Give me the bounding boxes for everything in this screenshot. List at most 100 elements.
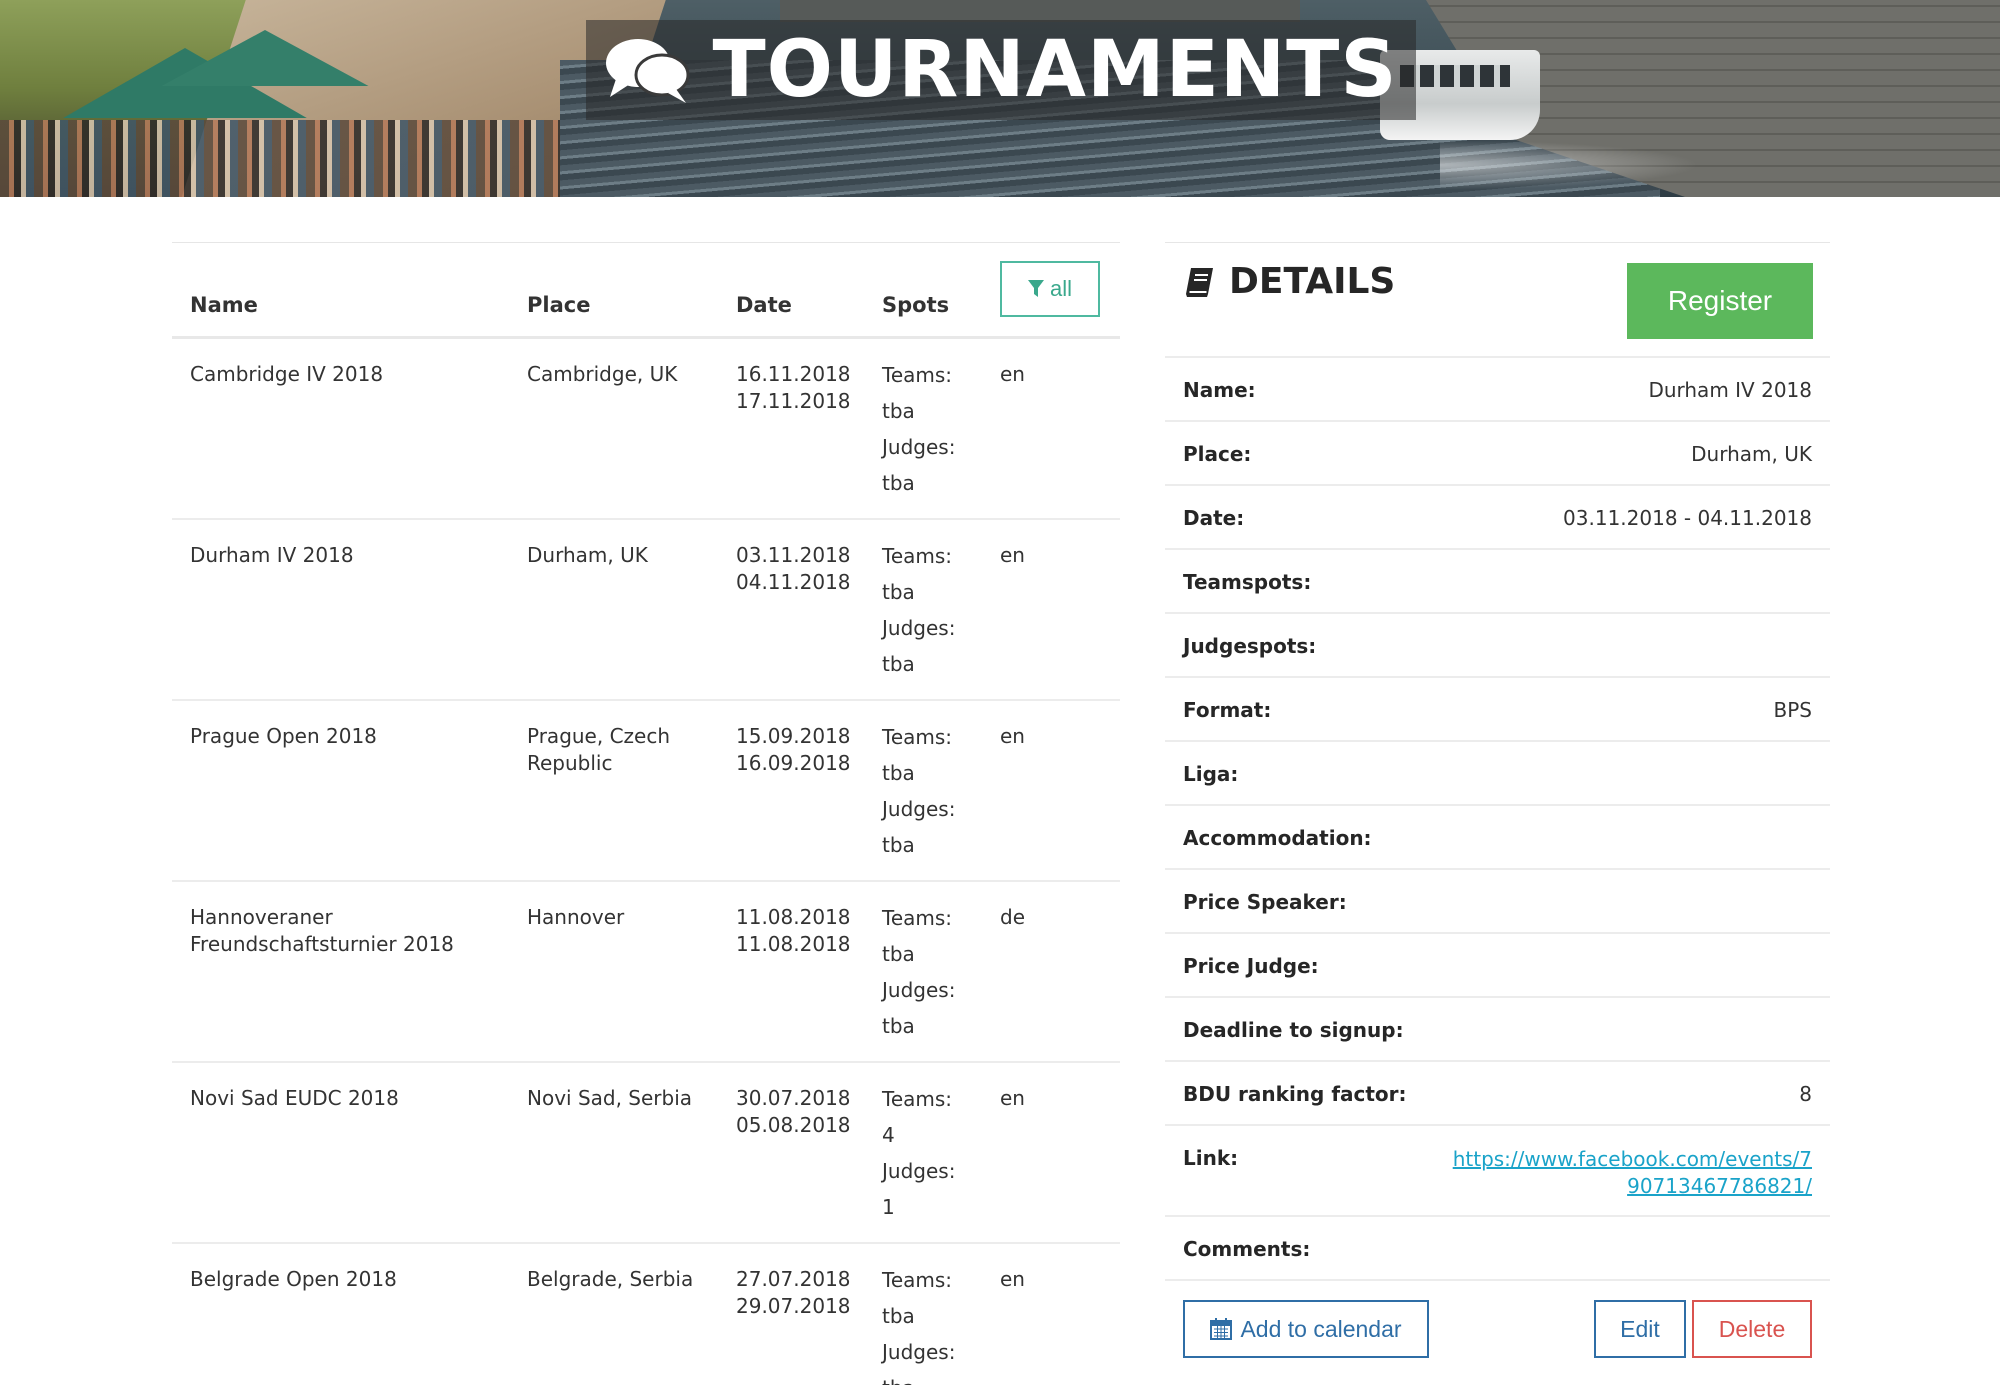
tournament-language: de bbox=[1000, 905, 1025, 929]
details-header: DETAILS Register bbox=[1165, 243, 1830, 358]
detail-row-price-speaker: Price Speaker: bbox=[1165, 870, 1830, 934]
filter-button[interactable]: all bbox=[1000, 261, 1100, 317]
column-header-place[interactable]: Place bbox=[527, 293, 590, 317]
column-header-date[interactable]: Date bbox=[736, 293, 792, 317]
detail-row-name: Name: Durham IV 2018 bbox=[1165, 358, 1830, 422]
detail-row-liga: Liga: bbox=[1165, 742, 1830, 806]
judges-value: tba bbox=[882, 652, 915, 676]
tournament-date: 15.09.2018 16.09.2018 bbox=[736, 723, 856, 777]
tournament-place: Durham, UK bbox=[527, 543, 648, 567]
judges-value: tba bbox=[882, 1014, 915, 1038]
tournament-language: en bbox=[1000, 1086, 1025, 1110]
date-start: 30.07.2018 bbox=[736, 1086, 851, 1110]
date-start: 27.07.2018 bbox=[736, 1267, 851, 1291]
hero-photo-wake bbox=[1440, 140, 1700, 190]
judges-label: Judges: bbox=[882, 978, 956, 1002]
tournament-place: Cambridge, UK bbox=[527, 362, 678, 386]
table-row[interactable]: Belgrade Open 2018 Belgrade, Serbia 27.0… bbox=[172, 1244, 1120, 1385]
date-end: 11.08.2018 bbox=[736, 932, 851, 956]
detail-value: 8 bbox=[1799, 1082, 1812, 1106]
detail-value: Durham, UK bbox=[1691, 442, 1812, 466]
teams-value: 4 bbox=[882, 1123, 895, 1147]
tournament-name: Durham IV 2018 bbox=[190, 543, 354, 567]
judges-label: Judges: bbox=[882, 435, 956, 459]
detail-row-deadline: Deadline to signup: bbox=[1165, 998, 1830, 1062]
judges-label: Judges: bbox=[882, 797, 956, 821]
teams-label: Teams: bbox=[882, 544, 953, 568]
tournament-language: en bbox=[1000, 543, 1025, 567]
table-row[interactable]: Durham IV 2018 Durham, UK 03.11.2018 04.… bbox=[172, 520, 1120, 701]
column-header-name[interactable]: Name bbox=[190, 293, 258, 317]
detail-row-format: Format: BPS bbox=[1165, 678, 1830, 742]
date-start: 15.09.2018 bbox=[736, 724, 851, 748]
tournament-spots: Teams: tba Judges: tba bbox=[882, 900, 982, 1044]
register-button[interactable]: Register bbox=[1627, 263, 1813, 339]
tournament-date: 03.11.2018 04.11.2018 bbox=[736, 542, 856, 596]
teams-value: tba bbox=[882, 761, 915, 785]
date-end: 04.11.2018 bbox=[736, 570, 851, 594]
tournament-name: Novi Sad EUDC 2018 bbox=[190, 1086, 399, 1110]
detail-row-accommodation: Accommodation: bbox=[1165, 806, 1830, 870]
details-actions: Add to calendar Edit Delete bbox=[1165, 1300, 1830, 1364]
teams-label: Teams: bbox=[882, 363, 953, 387]
detail-label: Price Speaker: bbox=[1183, 890, 1347, 914]
hero-photo-crowd bbox=[0, 120, 620, 197]
delete-button[interactable]: Delete bbox=[1692, 1300, 1812, 1358]
page-title-text: TOURNAMENTS bbox=[712, 25, 1398, 115]
edit-button[interactable]: Edit bbox=[1594, 1300, 1686, 1358]
detail-label: Liga: bbox=[1183, 762, 1239, 786]
date-end: 29.07.2018 bbox=[736, 1294, 851, 1318]
date-start: 11.08.2018 bbox=[736, 905, 851, 929]
column-header-spots[interactable]: Spots bbox=[882, 293, 949, 317]
detail-label: Accommodation: bbox=[1183, 826, 1372, 850]
tournament-spots: Teams: tba Judges: tba bbox=[882, 719, 982, 863]
tournament-date: 30.07.2018 05.08.2018 bbox=[736, 1085, 856, 1139]
judges-label: Judges: bbox=[882, 1340, 956, 1364]
detail-row-ranking-factor: BDU ranking factor: 8 bbox=[1165, 1062, 1830, 1126]
judges-value: 1 bbox=[882, 1195, 895, 1219]
detail-label: Judgespots: bbox=[1183, 634, 1317, 658]
detail-label: Teamspots: bbox=[1183, 570, 1312, 594]
event-link[interactable]: https://www.facebook.com/events/79071346… bbox=[1452, 1146, 1812, 1200]
detail-label: Link: bbox=[1183, 1146, 1239, 1170]
tournament-date: 16.11.2018 17.11.2018 bbox=[736, 361, 856, 415]
judges-value: tba bbox=[882, 833, 915, 857]
table-row[interactable]: Novi Sad EUDC 2018 Novi Sad, Serbia 30.0… bbox=[172, 1063, 1120, 1244]
tournament-spots: Teams: tba Judges: tba bbox=[882, 1262, 982, 1385]
hero-banner: TOURNAMENTS bbox=[0, 0, 2000, 197]
teams-label: Teams: bbox=[882, 906, 953, 930]
details-title: DETAILS bbox=[1183, 261, 1395, 302]
tournament-date: 27.07.2018 29.07.2018 bbox=[736, 1266, 856, 1320]
teams-label: Teams: bbox=[882, 725, 953, 749]
teams-label: Teams: bbox=[882, 1087, 953, 1111]
table-header: Name Place Date Spots all bbox=[172, 243, 1120, 339]
teams-value: tba bbox=[882, 399, 915, 423]
details-fields: Name: Durham IV 2018 Place: Durham, UK D… bbox=[1165, 358, 1830, 1281]
detail-row-teamspots: Teamspots: bbox=[1165, 550, 1830, 614]
detail-row-date: Date: 03.11.2018 - 04.11.2018 bbox=[1165, 486, 1830, 550]
add-to-calendar-button[interactable]: Add to calendar bbox=[1183, 1300, 1429, 1358]
tournament-spots: Teams: tba Judges: tba bbox=[882, 538, 982, 682]
date-start: 16.11.2018 bbox=[736, 362, 851, 386]
tournament-place: Novi Sad, Serbia bbox=[527, 1086, 693, 1110]
table-row[interactable]: Cambridge IV 2018 Cambridge, UK 16.11.20… bbox=[172, 339, 1120, 520]
tournament-name: Hannoveraner Freundschaftsturnier 2018 bbox=[190, 905, 454, 956]
detail-label: Date: bbox=[1183, 506, 1245, 530]
table-row[interactable]: Hannoveraner Freundschaftsturnier 2018 H… bbox=[172, 882, 1120, 1063]
tournament-spots: Teams: 4 Judges: 1 bbox=[882, 1081, 982, 1225]
tournament-name: Belgrade Open 2018 bbox=[190, 1267, 397, 1291]
teams-value: tba bbox=[882, 942, 915, 966]
tournament-date: 11.08.2018 11.08.2018 bbox=[736, 904, 856, 958]
detail-row-judgespots: Judgespots: bbox=[1165, 614, 1830, 678]
judges-value: tba bbox=[882, 471, 915, 495]
page-title: TOURNAMENTS bbox=[586, 20, 1416, 120]
teams-value: tba bbox=[882, 580, 915, 604]
date-end: 17.11.2018 bbox=[736, 389, 851, 413]
table-row[interactable]: Prague Open 2018 Prague, Czech Republic … bbox=[172, 701, 1120, 882]
tournament-place: Prague, Czech Republic bbox=[527, 724, 671, 775]
detail-label: Comments: bbox=[1183, 1237, 1311, 1261]
tournament-place: Hannover bbox=[527, 905, 625, 929]
detail-row-place: Place: Durham, UK bbox=[1165, 422, 1830, 486]
tournament-language: en bbox=[1000, 1267, 1025, 1291]
date-start: 03.11.2018 bbox=[736, 543, 851, 567]
